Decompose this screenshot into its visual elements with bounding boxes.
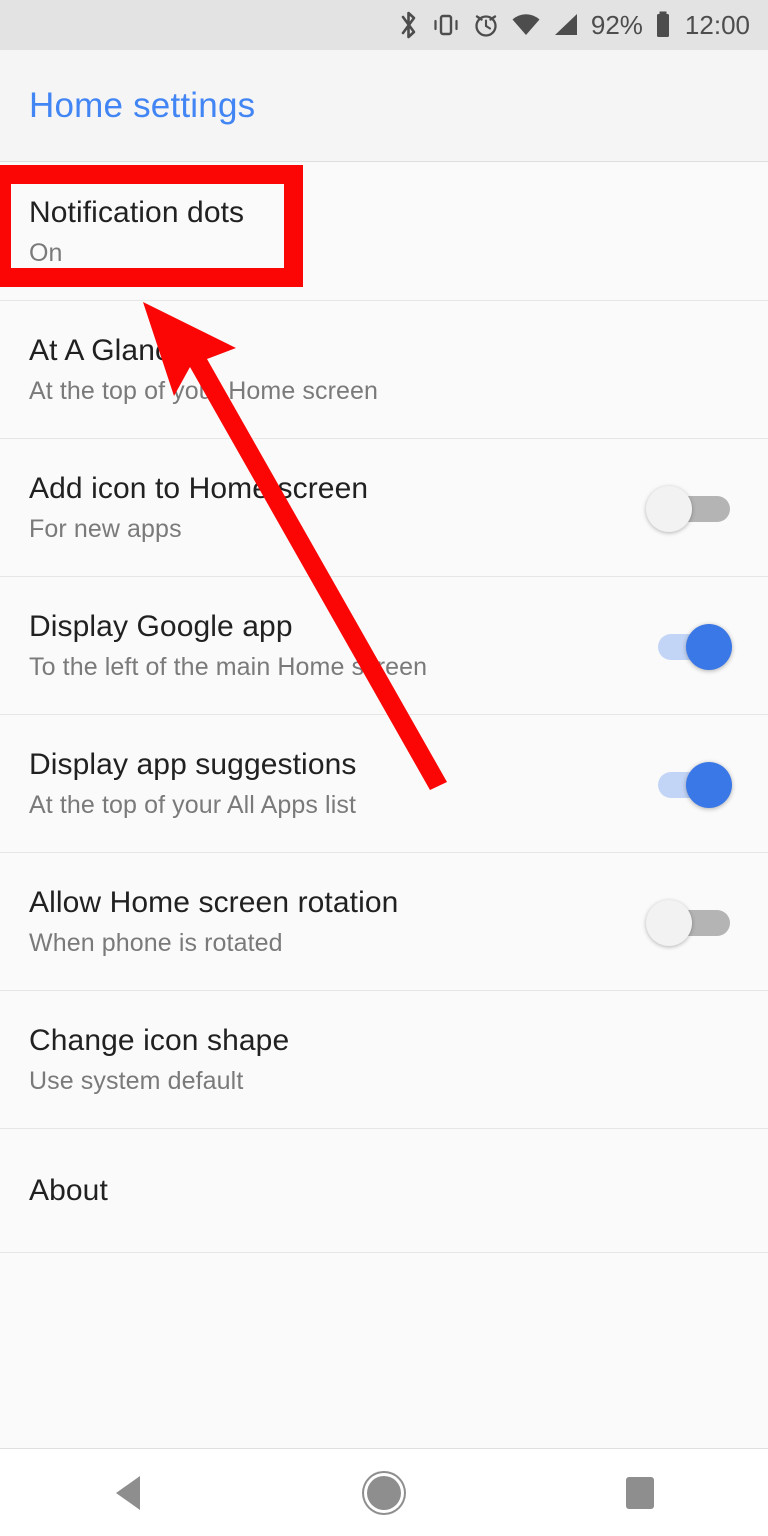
row-texts: At A Glance At the top of your Home scre…: [29, 334, 378, 406]
row-title: Notification dots: [29, 195, 245, 229]
row-title: Display app suggestions: [29, 747, 357, 781]
toggle-thumb: [646, 485, 692, 532]
row-subtitle: At the top of your Home screen: [29, 376, 379, 405]
row-subtitle: Use system default: [29, 1066, 244, 1095]
setting-row-notification-dots[interactable]: Notification dots On: [0, 163, 768, 301]
row-subtitle: At the top of your All Apps list: [29, 790, 356, 819]
status-bar-clock: 12:00: [684, 10, 750, 40]
row-title: At A Glance: [29, 333, 187, 367]
page-title: Home settings: [29, 85, 256, 125]
back-button[interactable]: [68, 1449, 188, 1536]
row-texts: About: [29, 1174, 108, 1208]
row-texts: Allow Home screen rotation When phone is…: [29, 886, 398, 958]
row-title: Add icon to Home screen: [29, 471, 369, 505]
app-header: Home settings: [0, 50, 768, 162]
home-circle-icon: [367, 1475, 401, 1510]
recents-square-icon: [626, 1476, 654, 1509]
row-texts: Change icon shape Use system default: [29, 1024, 289, 1096]
row-texts: Display app suggestions At the top of yo…: [29, 748, 357, 820]
signal-icon: [552, 12, 580, 38]
setting-row-display-app-suggestions[interactable]: Display app suggestions At the top of yo…: [0, 715, 768, 853]
row-title: Allow Home screen rotation: [29, 885, 399, 919]
row-texts: Add icon to Home screen For new apps: [29, 472, 368, 544]
row-title: Display Google app: [29, 609, 293, 643]
row-subtitle: For new apps: [29, 514, 182, 543]
setting-row-allow-home-screen-rotation[interactable]: Allow Home screen rotation When phone is…: [0, 853, 768, 991]
row-title: Change icon shape: [29, 1023, 290, 1057]
wifi-icon: [511, 12, 541, 38]
row-texts: Display Google app To the left of the ma…: [29, 610, 427, 682]
setting-row-change-icon-shape[interactable]: Change icon shape Use system default: [0, 991, 768, 1129]
home-button[interactable]: [324, 1449, 444, 1536]
setting-row-add-icon-to-home-screen[interactable]: Add icon to Home screen For new apps: [0, 439, 768, 577]
alarm-icon: [472, 10, 500, 40]
toggle-allow-home-screen-rotation[interactable]: [646, 894, 740, 950]
setting-row-about[interactable]: About: [0, 1129, 768, 1253]
toggle-thumb: [646, 899, 692, 946]
toggle-display-app-suggestions[interactable]: [646, 756, 740, 812]
row-subtitle: To the left of the main Home screen: [29, 652, 428, 681]
navigation-bar: [0, 1448, 768, 1536]
settings-list[interactable]: Notification dots On At A Glance At the …: [0, 163, 768, 1448]
vibrate-icon: [431, 10, 461, 40]
bluetooth-icon: [398, 10, 420, 40]
toggle-display-google-app[interactable]: [646, 618, 740, 674]
toggle-thumb: [686, 761, 732, 808]
toggle-add-icon-to-home-screen[interactable]: [646, 480, 740, 536]
row-texts: Notification dots On: [29, 196, 244, 268]
recents-button[interactable]: [580, 1449, 700, 1536]
row-title: About: [29, 1173, 108, 1207]
row-subtitle: On: [29, 238, 63, 267]
battery-icon: [654, 10, 672, 40]
row-subtitle: When phone is rotated: [29, 928, 283, 957]
setting-row-at-a-glance[interactable]: At A Glance At the top of your Home scre…: [0, 301, 768, 439]
battery-percent-label: 92%: [590, 10, 643, 40]
setting-row-display-google-app[interactable]: Display Google app To the left of the ma…: [0, 577, 768, 715]
toggle-thumb: [686, 623, 732, 670]
back-triangle-icon: [116, 1475, 140, 1510]
status-bar: 92% 12:00: [0, 0, 768, 50]
phone-screen: 92% 12:00 Home settings Notification dot…: [0, 0, 768, 1536]
